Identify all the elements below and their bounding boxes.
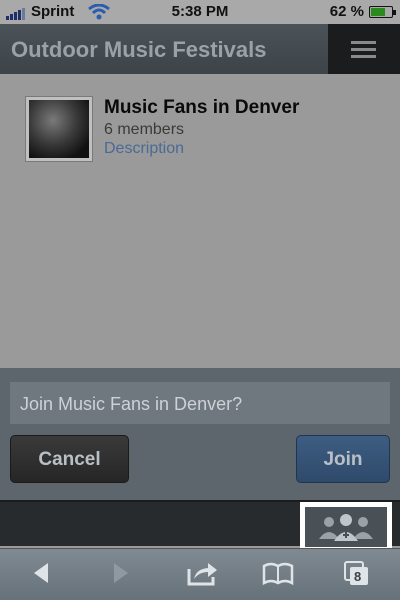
app-header: Outdoor Music Festivals xyxy=(0,24,400,74)
join-group-button[interactable] xyxy=(300,502,392,552)
join-group-icon xyxy=(319,514,373,541)
cancel-button[interactable]: Cancel xyxy=(10,435,129,483)
member-count: 6 members xyxy=(104,121,185,138)
share-icon[interactable] xyxy=(186,559,218,587)
browser-toolbar: 8 xyxy=(0,548,400,600)
dialog-message: Join Music Fans in Denver? xyxy=(10,382,390,424)
back-icon[interactable] xyxy=(30,559,52,587)
bookmarks-icon[interactable] xyxy=(262,559,294,587)
tab-count: 8 xyxy=(354,569,362,584)
join-dialog: Join Music Fans in Denver? Cancel Join xyxy=(0,368,400,500)
group-thumbnail[interactable] xyxy=(25,96,93,162)
status-bar: Sprint 5:38 PM 62 % xyxy=(0,0,400,24)
battery-percent: 62 % xyxy=(329,3,364,20)
battery-icon xyxy=(369,6,396,18)
group-name: Music Fans in Denver xyxy=(104,97,300,118)
description-link[interactable]: Description xyxy=(104,140,184,158)
forward-icon[interactable] xyxy=(110,559,132,587)
menu-button[interactable] xyxy=(328,24,400,74)
join-button[interactable]: Join xyxy=(296,435,390,483)
page-title: Outdoor Music Festivals xyxy=(11,37,267,62)
